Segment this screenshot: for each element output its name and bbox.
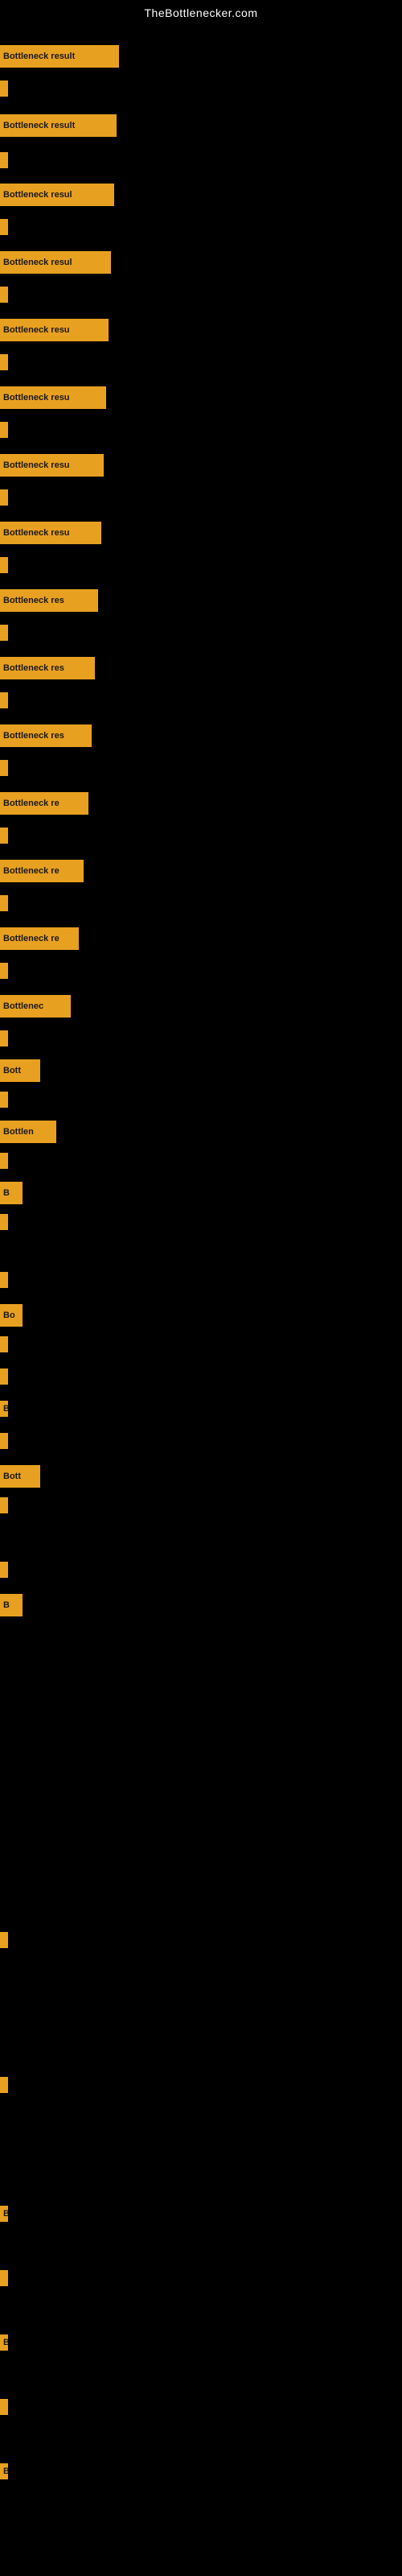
bottleneck-bar: Bottleneck resul	[0, 184, 114, 206]
bottleneck-bar: Bottleneck resu	[0, 454, 104, 477]
bottleneck-bar: B	[0, 1182, 23, 1204]
bottleneck-bar-small	[0, 1932, 8, 1948]
bottleneck-bar-label: Bottleneck resu	[3, 528, 70, 538]
bottleneck-bar: Bottleneck resul	[0, 251, 111, 274]
bottleneck-bar: Bottleneck result	[0, 114, 117, 137]
bottleneck-bar-label: Bottleneck re	[3, 866, 59, 876]
bottleneck-bar-label: Bottleneck result	[3, 121, 75, 130]
bottleneck-bar-small	[0, 1562, 8, 1578]
bottleneck-bar-small: B	[0, 1401, 8, 1417]
bottleneck-bar-small	[0, 1214, 8, 1230]
bottleneck-bar-small	[0, 287, 8, 303]
bottleneck-bar: Bottleneck result	[0, 45, 119, 68]
bottleneck-bar-small: B	[0, 2334, 8, 2351]
bottleneck-bar-label: B	[3, 1600, 10, 1610]
bottleneck-bar-small	[0, 1368, 8, 1385]
bottleneck-bar-label: Bottleneck re	[3, 799, 59, 808]
bottleneck-bar: Bottleneck resu	[0, 386, 106, 409]
bottleneck-bar: Bottleneck re	[0, 860, 84, 882]
bottleneck-bar: Bo	[0, 1304, 23, 1327]
bottleneck-bar-label: Bottlen	[3, 1127, 34, 1137]
bottleneck-bar-label: Bottleneck resu	[3, 393, 70, 402]
bottleneck-bar-small	[0, 625, 8, 641]
bottleneck-bar-small	[0, 219, 8, 235]
bottleneck-bar: Bottleneck res	[0, 589, 98, 612]
bottleneck-bar-small	[0, 557, 8, 573]
bottleneck-bar-label: Bott	[3, 1066, 21, 1075]
bottleneck-bar-small	[0, 1153, 8, 1169]
bottleneck-bar-small	[0, 1497, 8, 1513]
bottleneck-bar-label: Bottleneck resu	[3, 325, 70, 335]
bottleneck-bar: Bottleneck resu	[0, 522, 101, 544]
bottleneck-bar-small	[0, 489, 8, 506]
bottleneck-bar: Bottlenec	[0, 995, 71, 1018]
site-title: TheBottlenecker.com	[0, 0, 402, 23]
bottleneck-bar-small	[0, 1030, 8, 1046]
bottleneck-bar-small	[0, 354, 8, 370]
bottleneck-bar: Bottleneck resu	[0, 319, 109, 341]
bottleneck-bar-small	[0, 895, 8, 911]
bottleneck-bar-small	[0, 80, 8, 97]
bottleneck-bar-label: Bott	[3, 1472, 21, 1481]
bottleneck-bar-label: Bottlenec	[3, 1001, 43, 1011]
bottleneck-bar-small	[0, 2077, 8, 2093]
bottleneck-bar-label: Bottleneck res	[3, 731, 64, 741]
bottleneck-bar: Bott	[0, 1059, 40, 1082]
bottleneck-bar-label: Bottleneck resu	[3, 460, 70, 470]
bottleneck-bar-small	[0, 828, 8, 844]
bottleneck-bar-label: Bottleneck result	[3, 52, 75, 61]
bottleneck-bar-small	[0, 152, 8, 168]
bottleneck-bar-small: B	[0, 2206, 8, 2222]
bottleneck-bar: Bottleneck res	[0, 724, 92, 747]
bottleneck-bar-small	[0, 2270, 8, 2286]
bottleneck-bar: B	[0, 1594, 23, 1616]
bottleneck-bar-label: Bo	[3, 1311, 15, 1320]
bottleneck-bar-small	[0, 1092, 8, 1108]
bottleneck-bar-label: Bottleneck re	[3, 934, 59, 943]
bottleneck-bar: Bottlen	[0, 1121, 56, 1143]
bottleneck-bar-small	[0, 2399, 8, 2415]
bottleneck-bar-small	[0, 1272, 8, 1288]
bottleneck-bar-label: B	[3, 1188, 10, 1198]
bottleneck-bar-small	[0, 692, 8, 708]
bottleneck-bar-label: Bottleneck res	[3, 596, 64, 605]
bottleneck-bar-small	[0, 1433, 8, 1449]
bottleneck-bar-label: Bottleneck res	[3, 663, 64, 673]
bottleneck-bar-small	[0, 1336, 8, 1352]
bottleneck-bar: Bottleneck re	[0, 792, 88, 815]
bottleneck-bar: Bott	[0, 1465, 40, 1488]
bottleneck-bar: Bottleneck re	[0, 927, 79, 950]
bottleneck-bar-label: Bottleneck resul	[3, 258, 72, 267]
bottleneck-bar-small	[0, 422, 8, 438]
bottleneck-bar-label: Bottleneck resul	[3, 190, 72, 200]
bottleneck-bar-small	[0, 760, 8, 776]
bottleneck-bar-small	[0, 963, 8, 979]
bottleneck-bar: Bottleneck res	[0, 657, 95, 679]
bottleneck-bar-small: B	[0, 2463, 8, 2479]
